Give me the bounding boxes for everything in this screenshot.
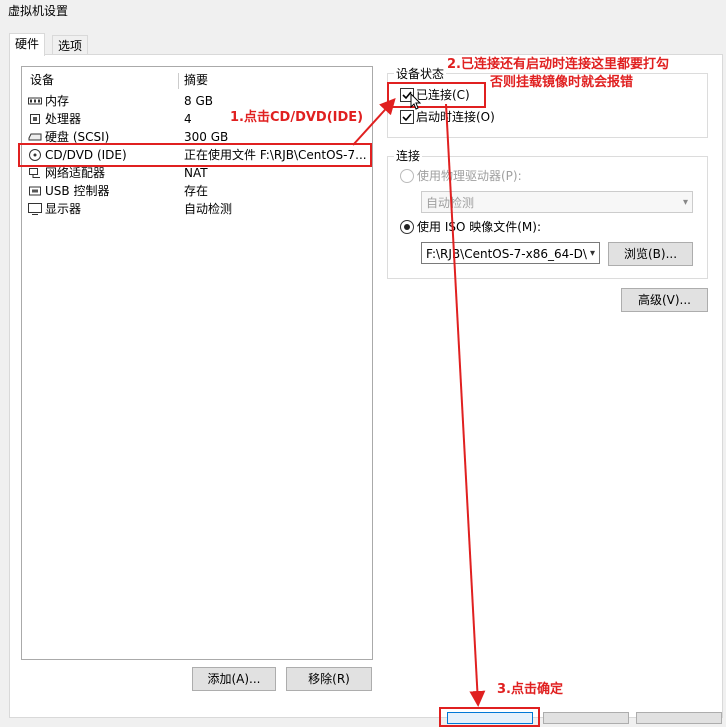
mouse-cursor-icon [410, 93, 422, 110]
arrow-to-ok [445, 103, 486, 707]
annotation-step1: 1.点击CD/DVD(IDE) [230, 110, 364, 125]
annotation-step2-line1: 2.已连接还有启动时连接这里都要打勾 [447, 57, 669, 72]
annotation-step3: 3.点击确定 [497, 682, 563, 697]
annotation-step2-line2: 否则挂载镜像时就会报错 [490, 75, 634, 90]
tab-hardware[interactable]: 硬件 [9, 33, 46, 56]
